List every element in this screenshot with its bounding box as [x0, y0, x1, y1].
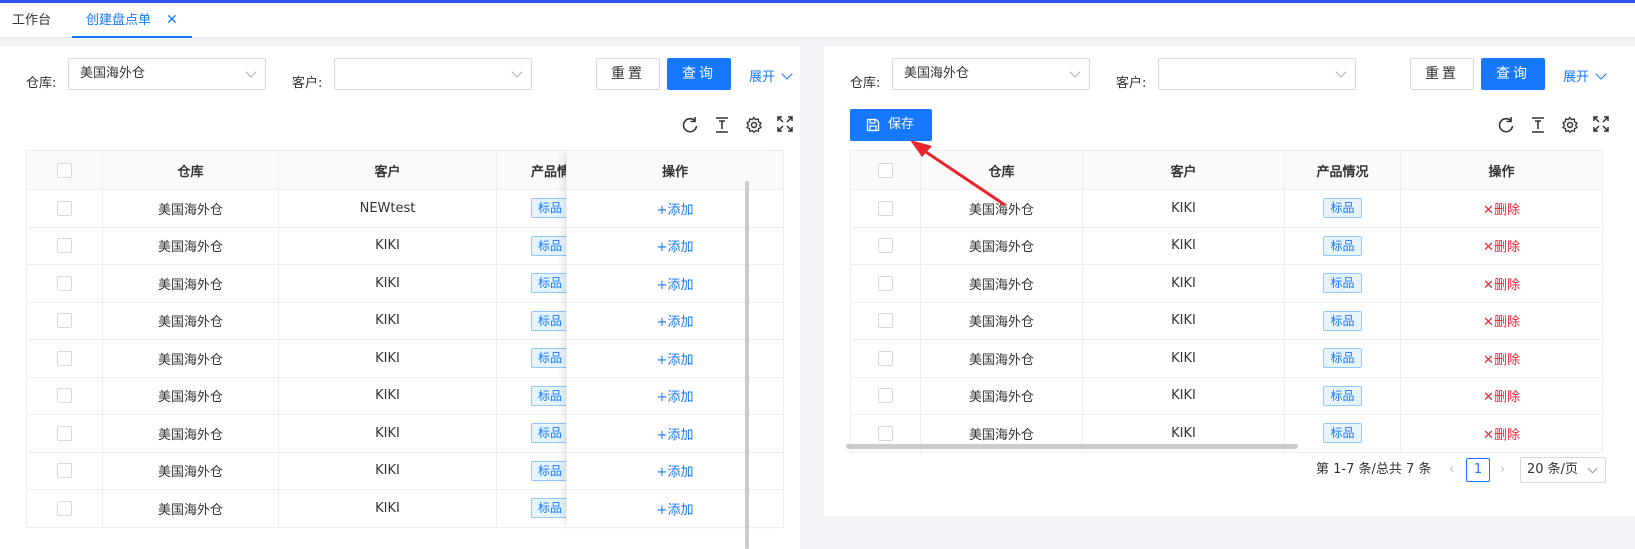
annotation-arrow — [910, 140, 1006, 207]
